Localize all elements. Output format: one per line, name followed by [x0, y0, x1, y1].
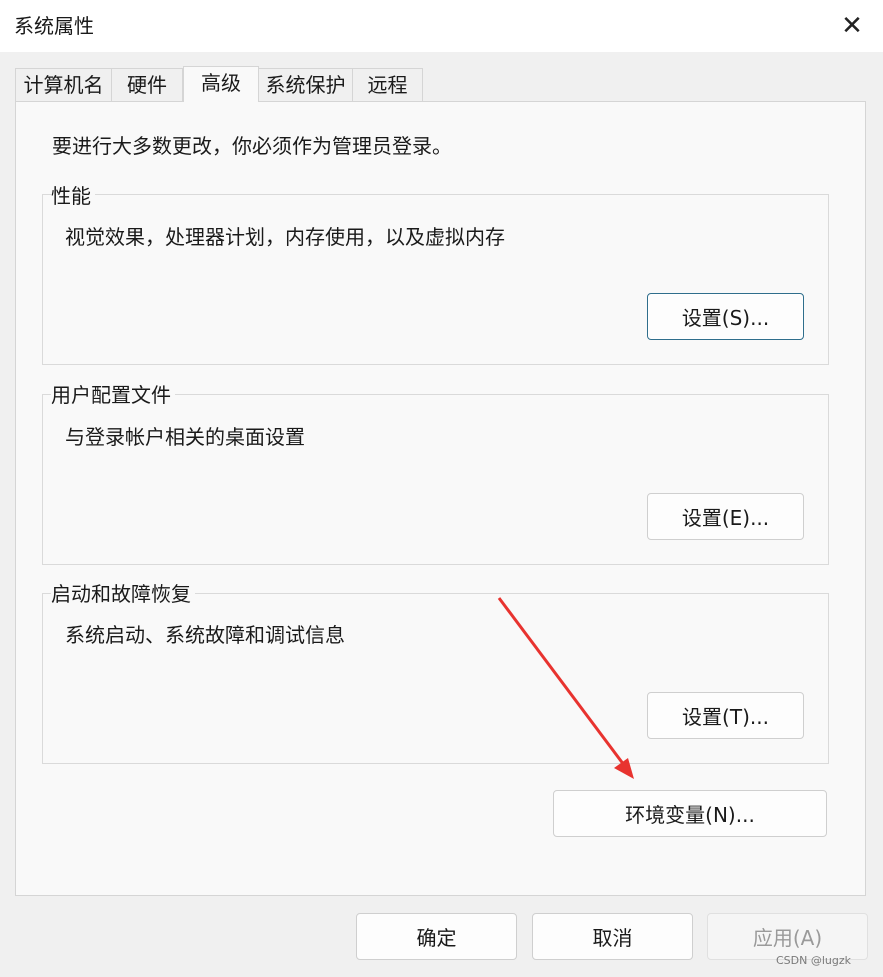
- apply-button[interactable]: 应用(A): [707, 913, 868, 960]
- watermark: CSDN @lugzk: [776, 954, 852, 967]
- red-arrow-annotation: [497, 597, 634, 779]
- arrow-shaft: [497, 597, 626, 766]
- tab-advanced[interactable]: 高级: [183, 66, 259, 102]
- ok-button[interactable]: 确定: [356, 913, 517, 960]
- cancel-button[interactable]: 取消: [532, 913, 693, 960]
- arrow-head: [614, 758, 634, 779]
